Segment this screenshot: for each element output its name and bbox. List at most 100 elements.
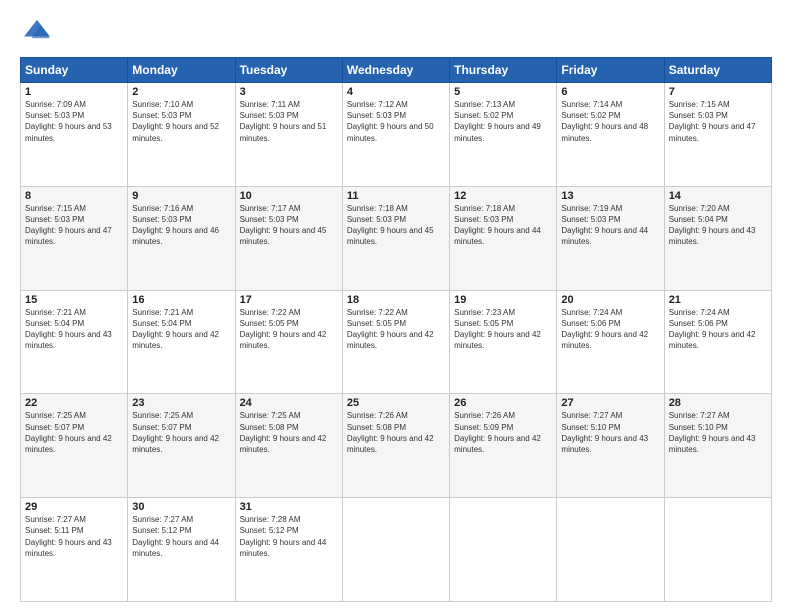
- day-number: 14: [669, 190, 767, 202]
- calendar-cell: 22 Sunrise: 7:25 AM Sunset: 5:07 PM Dayl…: [21, 394, 128, 498]
- week-row-5: 29 Sunrise: 7:27 AM Sunset: 5:11 PM Dayl…: [21, 498, 772, 602]
- day-number: 11: [347, 190, 445, 202]
- calendar-cell: 25 Sunrise: 7:26 AM Sunset: 5:08 PM Dayl…: [342, 394, 449, 498]
- day-info: Sunrise: 7:22 AM Sunset: 5:05 PM Dayligh…: [240, 307, 338, 352]
- day-info: Sunrise: 7:26 AM Sunset: 5:08 PM Dayligh…: [347, 410, 445, 455]
- calendar-cell: 18 Sunrise: 7:22 AM Sunset: 5:05 PM Dayl…: [342, 290, 449, 394]
- day-info: Sunrise: 7:27 AM Sunset: 5:11 PM Dayligh…: [25, 514, 123, 559]
- day-number: 30: [132, 501, 230, 513]
- day-info: Sunrise: 7:12 AM Sunset: 5:03 PM Dayligh…: [347, 99, 445, 144]
- day-number: 26: [454, 397, 552, 409]
- calendar-cell: [450, 498, 557, 602]
- calendar-cell: 12 Sunrise: 7:18 AM Sunset: 5:03 PM Dayl…: [450, 186, 557, 290]
- day-number: 18: [347, 294, 445, 306]
- calendar-cell: 9 Sunrise: 7:16 AM Sunset: 5:03 PM Dayli…: [128, 186, 235, 290]
- day-number: 27: [561, 397, 659, 409]
- calendar-cell: 5 Sunrise: 7:13 AM Sunset: 5:02 PM Dayli…: [450, 83, 557, 187]
- day-number: 6: [561, 86, 659, 98]
- calendar-cell: 29 Sunrise: 7:27 AM Sunset: 5:11 PM Dayl…: [21, 498, 128, 602]
- weekday-wednesday: Wednesday: [342, 58, 449, 83]
- day-number: 4: [347, 86, 445, 98]
- day-info: Sunrise: 7:27 AM Sunset: 5:10 PM Dayligh…: [561, 410, 659, 455]
- weekday-monday: Monday: [128, 58, 235, 83]
- day-number: 24: [240, 397, 338, 409]
- calendar-cell: 28 Sunrise: 7:27 AM Sunset: 5:10 PM Dayl…: [664, 394, 771, 498]
- calendar-cell: 3 Sunrise: 7:11 AM Sunset: 5:03 PM Dayli…: [235, 83, 342, 187]
- day-info: Sunrise: 7:27 AM Sunset: 5:10 PM Dayligh…: [669, 410, 767, 455]
- day-number: 5: [454, 86, 552, 98]
- weekday-friday: Friday: [557, 58, 664, 83]
- calendar-page: SundayMondayTuesdayWednesdayThursdayFrid…: [0, 0, 792, 612]
- day-info: Sunrise: 7:24 AM Sunset: 5:06 PM Dayligh…: [669, 307, 767, 352]
- day-info: Sunrise: 7:23 AM Sunset: 5:05 PM Dayligh…: [454, 307, 552, 352]
- day-info: Sunrise: 7:22 AM Sunset: 5:05 PM Dayligh…: [347, 307, 445, 352]
- calendar-cell: 8 Sunrise: 7:15 AM Sunset: 5:03 PM Dayli…: [21, 186, 128, 290]
- day-number: 7: [669, 86, 767, 98]
- calendar-cell: 7 Sunrise: 7:15 AM Sunset: 5:03 PM Dayli…: [664, 83, 771, 187]
- day-info: Sunrise: 7:18 AM Sunset: 5:03 PM Dayligh…: [454, 203, 552, 248]
- day-info: Sunrise: 7:09 AM Sunset: 5:03 PM Dayligh…: [25, 99, 123, 144]
- day-number: 1: [25, 86, 123, 98]
- day-info: Sunrise: 7:28 AM Sunset: 5:12 PM Dayligh…: [240, 514, 338, 559]
- day-info: Sunrise: 7:27 AM Sunset: 5:12 PM Dayligh…: [132, 514, 230, 559]
- calendar-cell: 10 Sunrise: 7:17 AM Sunset: 5:03 PM Dayl…: [235, 186, 342, 290]
- day-number: 20: [561, 294, 659, 306]
- day-info: Sunrise: 7:15 AM Sunset: 5:03 PM Dayligh…: [669, 99, 767, 144]
- day-number: 31: [240, 501, 338, 513]
- day-number: 22: [25, 397, 123, 409]
- week-row-4: 22 Sunrise: 7:25 AM Sunset: 5:07 PM Dayl…: [21, 394, 772, 498]
- day-info: Sunrise: 7:26 AM Sunset: 5:09 PM Dayligh…: [454, 410, 552, 455]
- day-number: 17: [240, 294, 338, 306]
- calendar-table: SundayMondayTuesdayWednesdayThursdayFrid…: [20, 57, 772, 602]
- day-info: Sunrise: 7:20 AM Sunset: 5:04 PM Dayligh…: [669, 203, 767, 248]
- day-number: 8: [25, 190, 123, 202]
- calendar-cell: 27 Sunrise: 7:27 AM Sunset: 5:10 PM Dayl…: [557, 394, 664, 498]
- day-info: Sunrise: 7:18 AM Sunset: 5:03 PM Dayligh…: [347, 203, 445, 248]
- calendar-cell: 24 Sunrise: 7:25 AM Sunset: 5:08 PM Dayl…: [235, 394, 342, 498]
- day-number: 2: [132, 86, 230, 98]
- calendar-cell: 17 Sunrise: 7:22 AM Sunset: 5:05 PM Dayl…: [235, 290, 342, 394]
- calendar-cell: 6 Sunrise: 7:14 AM Sunset: 5:02 PM Dayli…: [557, 83, 664, 187]
- day-number: 21: [669, 294, 767, 306]
- weekday-sunday: Sunday: [21, 58, 128, 83]
- header: [20, 18, 772, 47]
- week-row-1: 1 Sunrise: 7:09 AM Sunset: 5:03 PM Dayli…: [21, 83, 772, 187]
- calendar-cell: 31 Sunrise: 7:28 AM Sunset: 5:12 PM Dayl…: [235, 498, 342, 602]
- calendar-cell: 11 Sunrise: 7:18 AM Sunset: 5:03 PM Dayl…: [342, 186, 449, 290]
- day-number: 23: [132, 397, 230, 409]
- calendar-cell: 4 Sunrise: 7:12 AM Sunset: 5:03 PM Dayli…: [342, 83, 449, 187]
- week-row-2: 8 Sunrise: 7:15 AM Sunset: 5:03 PM Dayli…: [21, 186, 772, 290]
- day-number: 16: [132, 294, 230, 306]
- day-info: Sunrise: 7:25 AM Sunset: 5:07 PM Dayligh…: [25, 410, 123, 455]
- calendar-cell: 23 Sunrise: 7:25 AM Sunset: 5:07 PM Dayl…: [128, 394, 235, 498]
- day-number: 29: [25, 501, 123, 513]
- weekday-header-row: SundayMondayTuesdayWednesdayThursdayFrid…: [21, 58, 772, 83]
- weekday-tuesday: Tuesday: [235, 58, 342, 83]
- day-number: 12: [454, 190, 552, 202]
- calendar-cell: 30 Sunrise: 7:27 AM Sunset: 5:12 PM Dayl…: [128, 498, 235, 602]
- calendar-cell: 1 Sunrise: 7:09 AM Sunset: 5:03 PM Dayli…: [21, 83, 128, 187]
- day-number: 25: [347, 397, 445, 409]
- weekday-thursday: Thursday: [450, 58, 557, 83]
- day-info: Sunrise: 7:21 AM Sunset: 5:04 PM Dayligh…: [25, 307, 123, 352]
- calendar-cell: [557, 498, 664, 602]
- day-info: Sunrise: 7:21 AM Sunset: 5:04 PM Dayligh…: [132, 307, 230, 352]
- day-info: Sunrise: 7:15 AM Sunset: 5:03 PM Dayligh…: [25, 203, 123, 248]
- day-number: 19: [454, 294, 552, 306]
- day-number: 3: [240, 86, 338, 98]
- calendar-cell: 20 Sunrise: 7:24 AM Sunset: 5:06 PM Dayl…: [557, 290, 664, 394]
- day-number: 10: [240, 190, 338, 202]
- calendar-cell: 2 Sunrise: 7:10 AM Sunset: 5:03 PM Dayli…: [128, 83, 235, 187]
- day-number: 28: [669, 397, 767, 409]
- logo-icon: [22, 18, 52, 42]
- day-info: Sunrise: 7:17 AM Sunset: 5:03 PM Dayligh…: [240, 203, 338, 248]
- calendar-cell: 16 Sunrise: 7:21 AM Sunset: 5:04 PM Dayl…: [128, 290, 235, 394]
- calendar-cell: 21 Sunrise: 7:24 AM Sunset: 5:06 PM Dayl…: [664, 290, 771, 394]
- day-info: Sunrise: 7:14 AM Sunset: 5:02 PM Dayligh…: [561, 99, 659, 144]
- calendar-cell: [664, 498, 771, 602]
- weekday-saturday: Saturday: [664, 58, 771, 83]
- day-info: Sunrise: 7:19 AM Sunset: 5:03 PM Dayligh…: [561, 203, 659, 248]
- calendar-cell: 13 Sunrise: 7:19 AM Sunset: 5:03 PM Dayl…: [557, 186, 664, 290]
- day-info: Sunrise: 7:10 AM Sunset: 5:03 PM Dayligh…: [132, 99, 230, 144]
- day-info: Sunrise: 7:25 AM Sunset: 5:07 PM Dayligh…: [132, 410, 230, 455]
